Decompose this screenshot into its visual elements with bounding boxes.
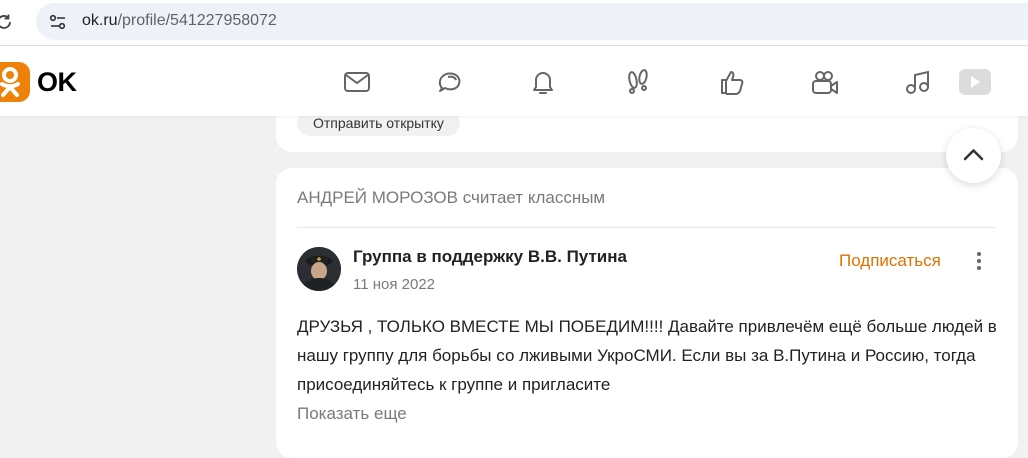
- url-path: /profile/541227958072: [117, 12, 277, 29]
- activity-action: считает классным: [462, 188, 606, 207]
- card-divider: [297, 227, 995, 228]
- group-name-link[interactable]: Группа в поддержку В.В. Путина: [353, 247, 627, 267]
- post-text: ДРУЗЬЯ , ТОЛЬКО ВМЕСТЕ МЫ ПОБЕДИМ!!!! Да…: [297, 317, 997, 394]
- notifications-icon[interactable]: [527, 66, 559, 98]
- subscribe-button[interactable]: Подписаться: [839, 251, 941, 271]
- group-avatar[interactable]: [297, 247, 341, 291]
- discussions-icon[interactable]: [434, 66, 466, 98]
- guests-icon[interactable]: [622, 66, 654, 98]
- reload-icon[interactable]: [0, 12, 14, 32]
- video-icon[interactable]: [957, 64, 993, 100]
- activity-user-name[interactable]: АНДРЕЙ МОРОЗОВ: [297, 188, 458, 207]
- url-text[interactable]: ok.ru/profile/541227958072: [82, 12, 277, 30]
- post-date: 11 ноя 2022: [353, 276, 436, 293]
- show-more-link[interactable]: Показать еще: [297, 404, 407, 424]
- site-info-icon[interactable]: [48, 12, 68, 32]
- site-header: OK: [0, 46, 1028, 116]
- address-bar[interactable]: ok.ru/profile/541227958072: [36, 3, 1028, 40]
- video-calls-icon[interactable]: [809, 66, 841, 98]
- feed-post-card: АНДРЕЙ МОРОЗОВ считает классным Группа в…: [276, 168, 1018, 458]
- chevron-up-icon: [963, 149, 984, 161]
- activity-line: АНДРЕЙ МОРОЗОВ считает классным: [297, 188, 605, 208]
- url-domain: ok.ru: [82, 12, 118, 29]
- music-icon[interactable]: [902, 66, 934, 98]
- ok-logo-text[interactable]: OK: [37, 67, 77, 98]
- more-options-icon[interactable]: [972, 250, 986, 272]
- ok-logo-icon[interactable]: [0, 62, 30, 102]
- browser-toolbar: ok.ru/profile/541227958072: [0, 0, 1028, 46]
- messages-icon[interactable]: [341, 66, 373, 98]
- scroll-to-top-button[interactable]: [946, 128, 1001, 183]
- events-icon[interactable]: [716, 66, 748, 98]
